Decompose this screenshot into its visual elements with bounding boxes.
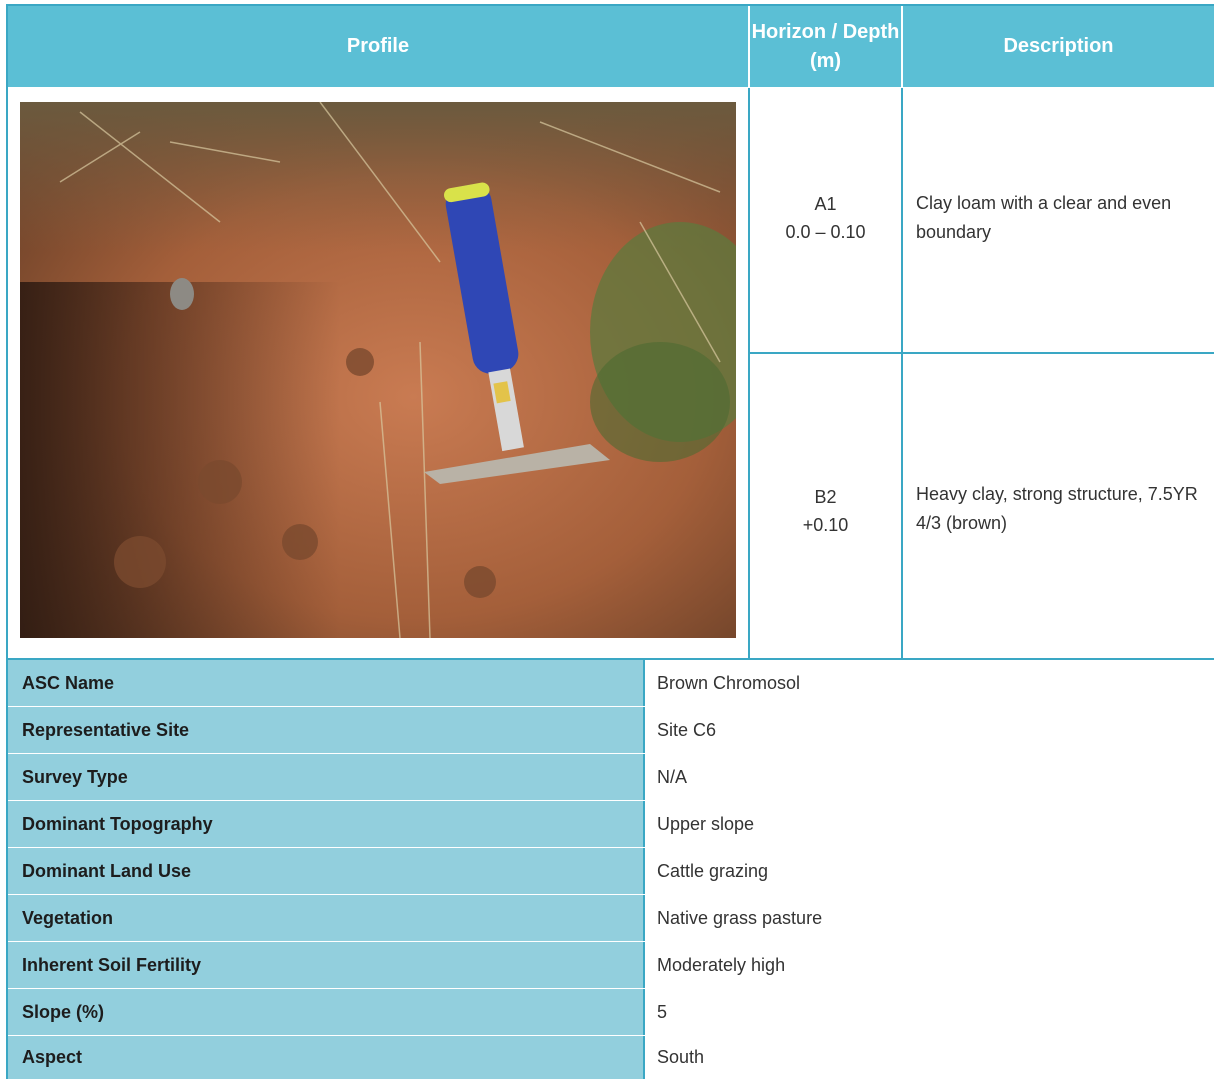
horizon-a1-description: Clay loam with a clear and even boundary — [916, 193, 1172, 242]
horizon-code: A1 — [814, 194, 837, 214]
horizon-depth: +0.10 — [802, 514, 849, 535]
property-value: Brown Chromosol — [643, 660, 1214, 706]
divider-horizon-description — [901, 88, 903, 658]
property-label: ASC Name — [8, 660, 643, 706]
property-label: Dominant Topography — [8, 801, 643, 847]
horizon-a1: A1 0.0 – 0.10 — [750, 191, 901, 247]
property-value: Site C6 — [643, 707, 1214, 753]
property-value: Native grass pasture — [643, 895, 1214, 941]
divider-horizon-rows — [750, 352, 1214, 354]
property-label: Representative Site — [8, 707, 643, 753]
property-value: Cattle grazing — [643, 848, 1214, 894]
header-horizon-depth: Horizon / Depth (m) — [750, 6, 901, 87]
header-profile: Profile — [8, 6, 748, 87]
property-label: Survey Type — [8, 754, 643, 800]
property-row: Slope (%) 5 — [8, 989, 1214, 1035]
row-divider — [8, 658, 1214, 660]
horizon-b2: B2 +0.10 — [750, 484, 901, 540]
property-value: South — [643, 1036, 1214, 1079]
divider-profile-horizon — [748, 88, 750, 658]
property-label: Inherent Soil Fertility — [8, 942, 643, 988]
property-row: Survey Type N/A — [8, 754, 1214, 800]
property-label: Aspect — [8, 1036, 643, 1079]
soil-profile-photo — [20, 102, 736, 638]
header-description: Description — [903, 6, 1214, 87]
horizon-code: B2 — [814, 487, 837, 507]
property-label: Dominant Land Use — [8, 848, 643, 894]
property-value: Upper slope — [643, 801, 1214, 847]
horizon-depth: 0.0 – 0.10 — [785, 221, 866, 242]
property-label: Vegetation — [8, 895, 643, 941]
horizon-b2-description: Heavy clay, strong structure, 7.5YR 4/3 … — [916, 484, 1198, 533]
property-value: N/A — [643, 754, 1214, 800]
property-value: 5 — [643, 989, 1214, 1035]
property-row: Dominant Topography Upper slope — [8, 801, 1214, 847]
property-row: Representative Site Site C6 — [8, 707, 1214, 753]
property-row: ASC Name Brown Chromosol — [8, 660, 1214, 706]
property-label: Slope (%) — [8, 989, 643, 1035]
property-row: Vegetation Native grass pasture — [8, 895, 1214, 941]
property-row: Inherent Soil Fertility Moderately high — [8, 942, 1214, 988]
property-row: Dominant Land Use Cattle grazing — [8, 848, 1214, 894]
property-value: Moderately high — [643, 942, 1214, 988]
property-row: Aspect South — [8, 1036, 1214, 1079]
